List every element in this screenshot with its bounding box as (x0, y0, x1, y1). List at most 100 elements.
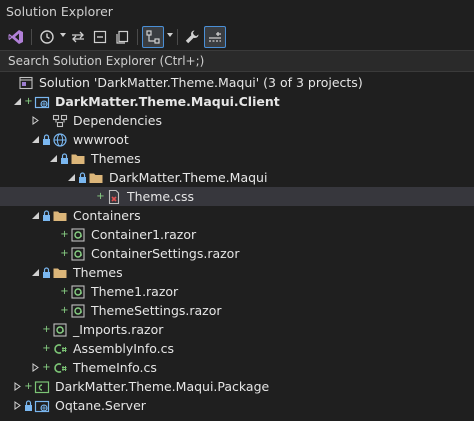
container1-label: Container1.razor (91, 227, 197, 242)
tree-item-container-settings[interactable]: + ContainerSettings.razor (0, 244, 474, 263)
theme-css-label: Theme.css (127, 189, 194, 204)
collapsed-arrow-icon[interactable] (13, 382, 22, 391)
web-project-icon (34, 400, 50, 413)
razor-file-icon (53, 323, 67, 337)
razor-file-icon (71, 304, 85, 318)
collapse-all-button[interactable] (90, 26, 110, 48)
tree-item-server-project[interactable]: Oqtane.Server (0, 396, 474, 415)
toolbar (0, 24, 474, 50)
globe-icon (53, 133, 67, 147)
expanded-arrow-icon[interactable] (67, 173, 76, 182)
pending-add-icon: + (60, 305, 69, 316)
tree-item-package-project[interactable]: + DarkMatter.Theme.Maqui.Package (0, 377, 474, 396)
pending-add-icon: + (42, 362, 51, 373)
web-project-icon (34, 96, 50, 109)
folder-icon (71, 154, 85, 164)
hierarchy-icon (146, 30, 160, 44)
tree-item-theme-settings[interactable]: + ThemeSettings.razor (0, 301, 474, 320)
expanded-arrow-icon[interactable] (31, 268, 40, 277)
wwwroot-themes-label: Themes (91, 151, 141, 166)
expanded-arrow-icon[interactable] (31, 211, 40, 220)
lock-icon (43, 210, 50, 221)
imports-label: _Imports.razor (73, 322, 164, 337)
visual-studio-icon (8, 30, 23, 44)
razor-file-icon (71, 247, 85, 261)
chevron-down-icon[interactable] (60, 33, 66, 37)
pending-add-icon: + (24, 96, 33, 107)
expanded-arrow-icon[interactable] (13, 97, 22, 106)
lock-icon (43, 134, 50, 145)
folder-icon (89, 173, 103, 183)
pending-add-icon: + (42, 343, 51, 354)
themes-label: Themes (73, 265, 123, 280)
title-bar: Solution Explorer (0, 0, 474, 24)
dependencies-label: Dependencies (73, 113, 162, 128)
collapsed-arrow-icon[interactable] (31, 363, 40, 372)
containers-label: Containers (73, 208, 141, 223)
css-file-icon (108, 189, 120, 205)
toggle-view-button[interactable] (204, 26, 226, 48)
pending-add-icon: + (60, 229, 69, 240)
package-project-label: DarkMatter.Theme.Maqui.Package (55, 379, 270, 394)
theme1-label: Theme1.razor (91, 284, 179, 299)
tree-item-imports[interactable]: + _Imports.razor (0, 320, 474, 339)
expanded-arrow-icon[interactable] (49, 154, 58, 163)
clock-icon (40, 30, 54, 44)
tree-item-theme1[interactable]: + Theme1.razor (0, 282, 474, 301)
tree-item-container1[interactable]: + Container1.razor (0, 225, 474, 244)
solution-icon (19, 76, 33, 90)
razor-file-icon (71, 228, 85, 242)
tree-item-client-project[interactable]: + DarkMatter.Theme.Maqui.Client (0, 92, 474, 111)
expanded-arrow-icon[interactable] (31, 135, 40, 144)
tree-item-dependencies[interactable]: Dependencies (0, 111, 474, 130)
theme-settings-label: ThemeSettings.razor (91, 303, 222, 318)
pending-add-icon: + (60, 286, 69, 297)
tree-item-assembly-info[interactable]: + AssemblyInfo.cs (0, 339, 474, 358)
show-all-files-button[interactable] (112, 26, 132, 48)
tree-item-containers[interactable]: Containers (0, 206, 474, 225)
theme-info-label: ThemeInfo.cs (73, 360, 157, 375)
folder-icon (53, 268, 67, 278)
tree-item-maqui-folder[interactable]: DarkMatter.Theme.Maqui (0, 168, 474, 187)
pending-add-icon: + (24, 381, 33, 392)
solution-tree: Solution 'DarkMatter.Theme.Maqui' (3 of … (0, 72, 474, 421)
search-input[interactable] (0, 51, 474, 71)
csharp-file-icon (54, 363, 67, 373)
properties-button[interactable] (182, 26, 202, 48)
tree-item-theme-css[interactable]: + Theme.css (0, 187, 474, 206)
preview-selected-items-button[interactable] (142, 26, 164, 48)
maqui-folder-label: DarkMatter.Theme.Maqui (109, 170, 268, 185)
collapse-all-icon (93, 30, 107, 44)
pending-add-icon: + (96, 191, 105, 202)
lock-icon (25, 400, 32, 411)
tree-item-themes[interactable]: Themes (0, 263, 474, 282)
tree-item-wwwroot[interactable]: wwwroot (0, 130, 474, 149)
tag-dash-icon (209, 32, 221, 42)
chevron-down-icon[interactable] (167, 33, 173, 37)
sync-with-active-document-button[interactable] (68, 26, 88, 48)
wrench-icon (185, 30, 199, 44)
search-bar (0, 50, 474, 72)
collapsed-arrow-icon[interactable] (31, 116, 40, 125)
server-project-label: Oqtane.Server (55, 398, 146, 413)
pending-add-icon: + (60, 248, 69, 259)
folder-icon (53, 211, 67, 221)
window-title: Solution Explorer (6, 4, 113, 19)
assembly-info-label: AssemblyInfo.cs (73, 341, 175, 356)
wwwroot-label: wwwroot (73, 132, 129, 147)
csharp-project-icon (34, 381, 50, 394)
pending-changes-filter-button[interactable] (36, 26, 58, 48)
lock-icon (61, 153, 68, 164)
client-project-label: DarkMatter.Theme.Maqui.Client (55, 94, 280, 109)
dependencies-icon (52, 114, 68, 128)
tree-item-solution[interactable]: Solution 'DarkMatter.Theme.Maqui' (3 of … (0, 73, 474, 92)
collapsed-arrow-icon[interactable] (13, 401, 22, 410)
sync-arrows-icon (72, 31, 84, 43)
solution-label: Solution 'DarkMatter.Theme.Maqui' (3 of … (39, 75, 363, 90)
switch-views-button[interactable] (6, 26, 26, 48)
tree-item-theme-info[interactable]: + ThemeInfo.cs (0, 358, 474, 377)
lock-icon (79, 172, 86, 183)
razor-file-icon (71, 285, 85, 299)
container-settings-label: ContainerSettings.razor (91, 246, 240, 261)
tree-item-wwwroot-themes[interactable]: Themes (0, 149, 474, 168)
